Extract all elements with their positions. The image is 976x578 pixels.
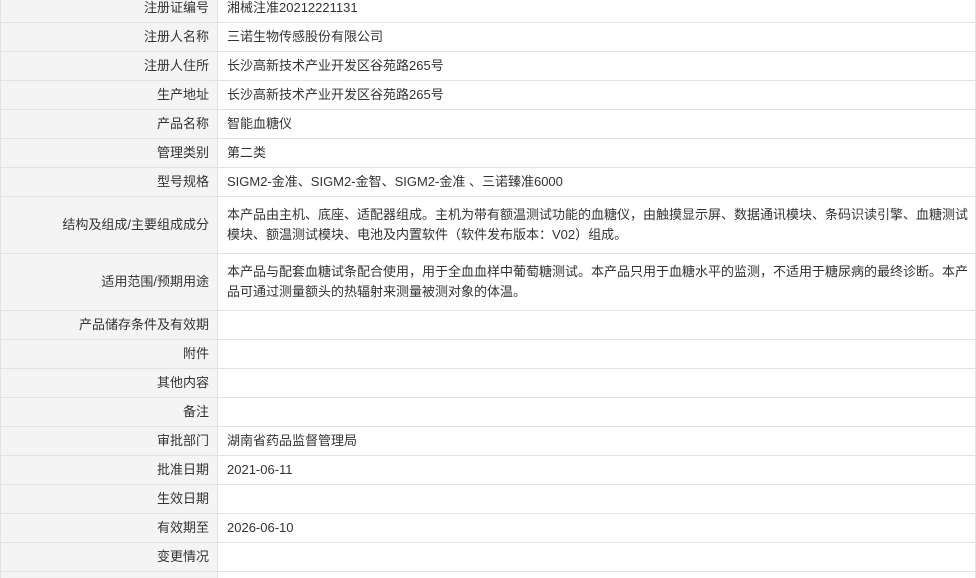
- table-row-management-class: 管理类别 第二类: [0, 138, 976, 168]
- field-value: 智能血糖仪: [217, 109, 976, 139]
- field-label: 产品名称: [0, 109, 218, 139]
- field-value: 2026-06-10: [217, 513, 976, 543]
- field-value: 2021-06-11: [217, 455, 976, 485]
- note-label-cell: 注: [0, 571, 218, 578]
- table-row-expiry-date: 有效期至 2026-06-10: [0, 513, 976, 543]
- field-value: 本产品与配套血糖试条配合使用，用于全血血样中葡萄糖测试。本产品只用于血糖水平的监…: [217, 253, 976, 311]
- field-value: 长沙高新技术产业开发区谷苑路265号: [217, 51, 976, 81]
- field-label: 适用范围/预期用途: [0, 253, 218, 311]
- table-row-production-address: 生产地址 长沙高新技术产业开发区谷苑路265号: [0, 80, 976, 110]
- field-label: 备注: [0, 397, 218, 427]
- table-row-approval-date: 批准日期 2021-06-11: [0, 455, 976, 485]
- field-label: 变更情况: [0, 542, 218, 572]
- field-label: 有效期至: [0, 513, 218, 543]
- field-value: 本产品由主机、底座、适配器组成。主机为带有额温测试功能的血糖仪，由触摸显示屏、数…: [217, 196, 976, 254]
- field-label: 注册人名称: [0, 22, 218, 52]
- field-label: 生产地址: [0, 80, 218, 110]
- field-label: 审批部门: [0, 426, 218, 456]
- registration-detail-table: 注册证编号 湘械注准20212221131 注册人名称 三诺生物传感股份有限公司…: [0, 0, 976, 578]
- field-value: [217, 397, 976, 427]
- table-row-remark: 备注: [0, 397, 976, 427]
- field-value: [217, 368, 976, 398]
- field-value: 长沙高新技术产业开发区谷苑路265号: [217, 80, 976, 110]
- table-row-registration-no: 注册证编号 湘械注准20212221131: [0, 0, 976, 23]
- field-label: 产品储存条件及有效期: [0, 310, 218, 340]
- table-row-storage: 产品储存条件及有效期: [0, 310, 976, 340]
- field-value: 三诺生物传感股份有限公司: [217, 22, 976, 52]
- field-label: 管理类别: [0, 138, 218, 168]
- table-row-approval-dept: 审批部门 湖南省药品监督管理局: [0, 426, 976, 456]
- field-value: 第二类: [217, 138, 976, 168]
- field-label: 注册人住所: [0, 51, 218, 81]
- table-row-structure: 结构及组成/主要组成成分 本产品由主机、底座、适配器组成。主机为带有额温测试功能…: [0, 196, 976, 254]
- field-label: 批准日期: [0, 455, 218, 485]
- field-value: [217, 339, 976, 369]
- field-label: 附件: [0, 339, 218, 369]
- table-row-model-spec: 型号规格 SIGM2-金准、SIGM2-金智、SIGM2-金准 、三诺臻准600…: [0, 167, 976, 197]
- table-row-registrant-name: 注册人名称 三诺生物传感股份有限公司: [0, 22, 976, 52]
- field-value: 湖南省药品监督管理局: [217, 426, 976, 456]
- field-value: 湘械注准20212221131: [217, 0, 976, 23]
- field-value: [217, 484, 976, 514]
- table-row-note: 注 详情: [0, 571, 976, 578]
- registration-detail-wrapper: 注册证编号 湘械注准20212221131 注册人名称 三诺生物传感股份有限公司…: [0, 0, 976, 578]
- table-row-other: 其他内容: [0, 368, 976, 398]
- field-label: 结构及组成/主要组成成分: [0, 196, 218, 254]
- field-label: 其他内容: [0, 368, 218, 398]
- table-row-changes: 变更情况: [0, 542, 976, 572]
- field-value: [217, 542, 976, 572]
- table-row-product-name: 产品名称 智能血糖仪: [0, 109, 976, 139]
- field-label: 注册证编号: [0, 0, 218, 23]
- field-value: [217, 310, 976, 340]
- table-row-attachment: 附件: [0, 339, 976, 369]
- table-row-intended-use: 适用范围/预期用途 本产品与配套血糖试条配合使用，用于全血血样中葡萄糖测试。本产…: [0, 253, 976, 311]
- field-value: SIGM2-金准、SIGM2-金智、SIGM2-金准 、三诺臻准6000: [217, 167, 976, 197]
- note-value-cell: 详情: [217, 571, 976, 578]
- table-row-registrant-address: 注册人住所 长沙高新技术产业开发区谷苑路265号: [0, 51, 976, 81]
- table-row-effective-date: 生效日期: [0, 484, 976, 514]
- field-label: 型号规格: [0, 167, 218, 197]
- field-label: 生效日期: [0, 484, 218, 514]
